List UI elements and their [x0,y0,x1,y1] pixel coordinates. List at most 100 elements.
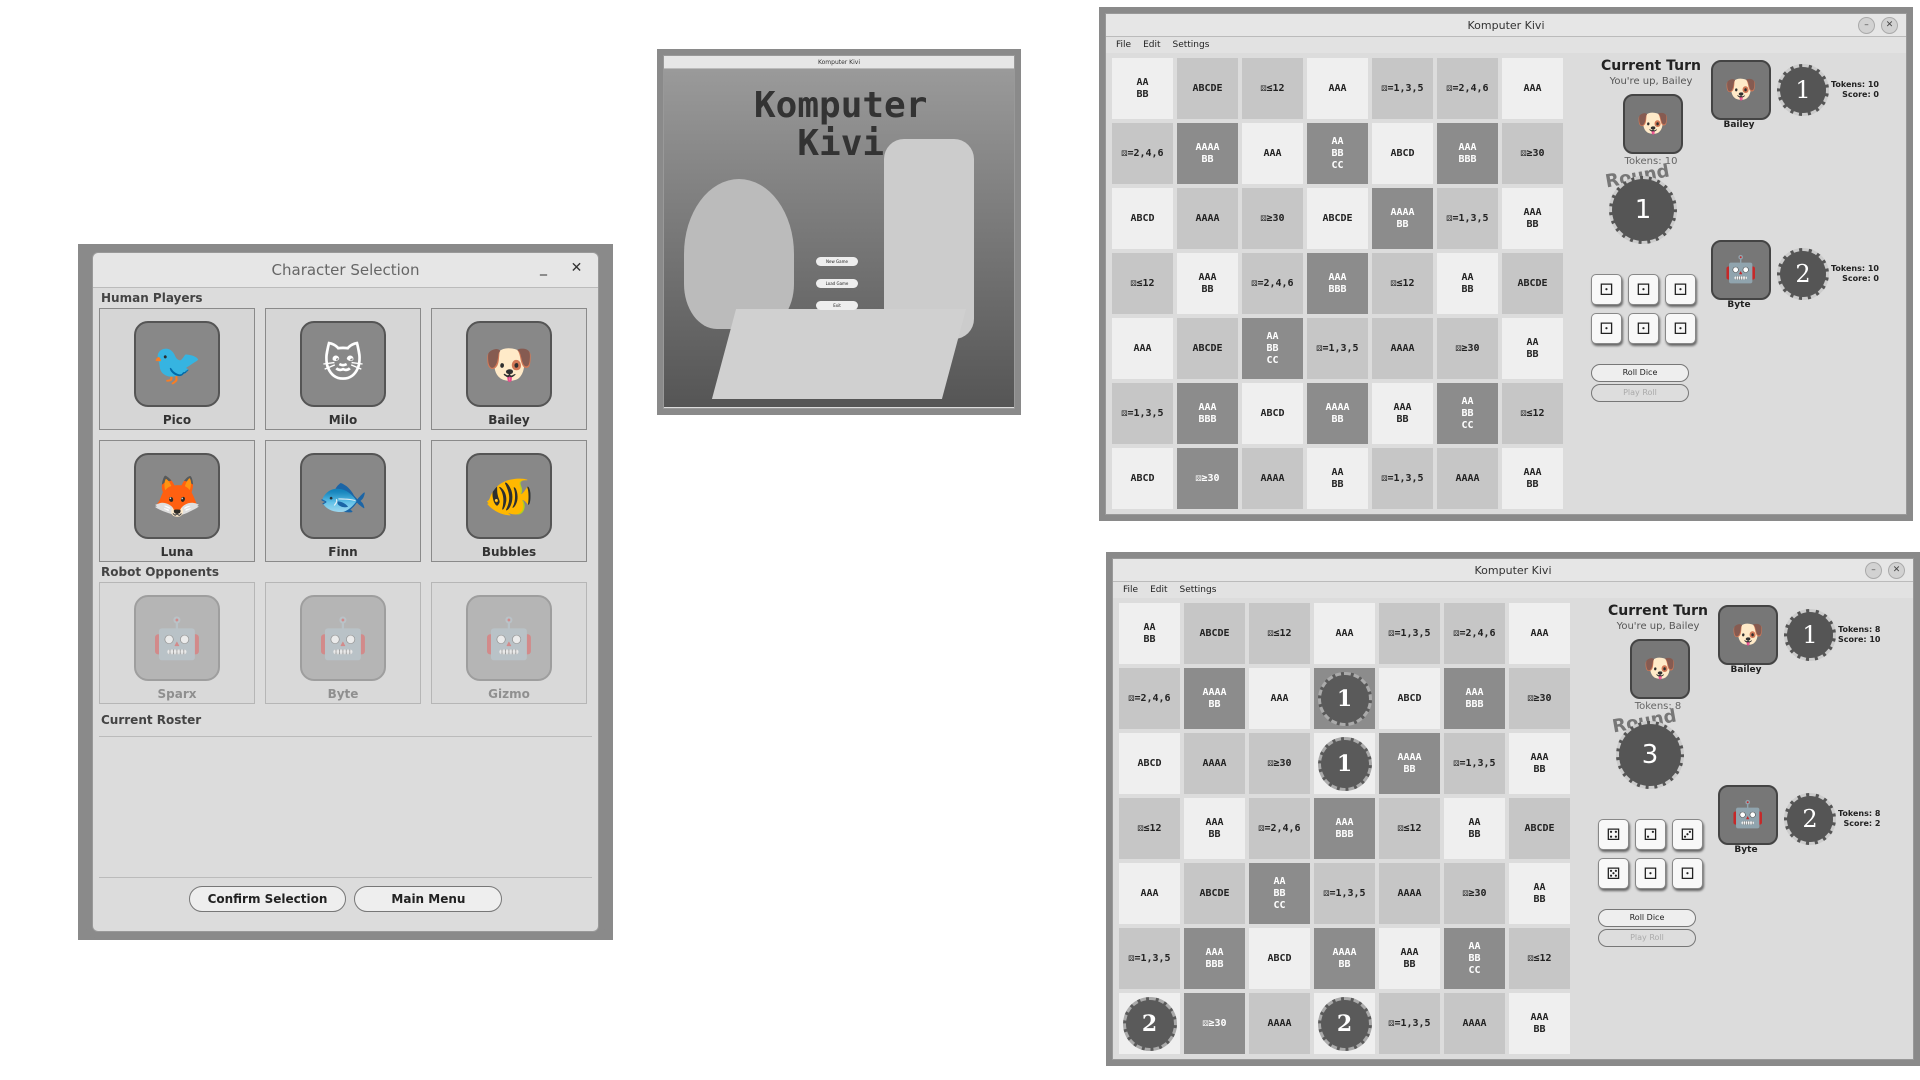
new-game-button[interactable]: New Game [816,257,858,266]
board-cell[interactable]: ABCDE [1177,58,1238,119]
close-button[interactable]: ✕ [1888,562,1905,579]
die[interactable]: ⚂ [1672,819,1703,850]
board-cell[interactable]: ABCDE [1509,798,1570,859]
board-cell[interactable]: ⚄=1,3,5 [1307,318,1368,379]
board-cell[interactable]: ⚄≤12 [1509,928,1570,989]
board-cell[interactable]: AAA [1314,603,1375,664]
load-game-button[interactable]: Load Game [816,279,858,288]
board-cell[interactable]: ⚄=1,3,5 [1119,928,1180,989]
board-cell[interactable]: AAA [1112,318,1173,379]
board-cell[interactable]: AAA [1502,58,1563,119]
menu-settings[interactable]: Settings [1173,40,1210,50]
minimize-button[interactable]: – [1865,562,1882,579]
board-cell[interactable]: AAAA BB [1372,188,1433,249]
board-cell[interactable]: AAA BBB [1437,123,1498,184]
board-cell[interactable]: ⚄≤12 [1242,58,1303,119]
board-cell[interactable]: AAA BB [1502,448,1563,509]
board-cell[interactable]: ⚄=1,3,5 [1372,58,1433,119]
menu-file[interactable]: File [1123,585,1138,595]
board-cell[interactable]: AAA BBB [1307,253,1368,314]
board-cell[interactable]: AAA BB [1372,383,1433,444]
board-cell[interactable]: ⚄≤12 [1502,383,1563,444]
exit-button[interactable]: Exit [816,301,858,310]
roll-dice-button[interactable]: Roll Dice [1598,909,1696,927]
human-card-pico[interactable]: 🐦 Pico [99,308,255,430]
main-menu-button[interactable]: Main Menu [354,886,503,912]
board-cell[interactable]: ⚄=1,3,5 [1437,188,1498,249]
board-cell[interactable]: ⚄≤12 [1112,253,1173,314]
board-cell[interactable]: ABCD [1112,448,1173,509]
board-cell[interactable]: ⚄≤12 [1379,798,1440,859]
board-cell[interactable]: ABCD [1119,733,1180,794]
board-cell[interactable]: AAA BBB [1444,668,1505,729]
board-cell[interactable]: AAAA BB [1184,668,1245,729]
board-cell[interactable]: ABCD [1242,383,1303,444]
board-cell[interactable]: 1 [1314,733,1375,794]
minimize-button[interactable]: – [1858,17,1875,34]
board-cell[interactable]: ⚄≥30 [1444,863,1505,924]
board-cell[interactable]: AAA [1249,668,1310,729]
board-cell[interactable]: AAAA BB [1307,383,1368,444]
die[interactable]: ⚀ [1591,313,1622,344]
board-cell[interactable]: AAA BBB [1184,928,1245,989]
die[interactable]: ⚀ [1665,313,1696,344]
board-cell[interactable]: AA BB CC [1249,863,1310,924]
die[interactable]: ⚀ [1672,858,1703,889]
board-cell[interactable]: AAA [1242,123,1303,184]
board-cell[interactable]: AAA [1119,863,1180,924]
die[interactable]: ⚁ [1635,819,1666,850]
board-cell[interactable]: AAA BB [1509,993,1570,1054]
close-button[interactable]: ✕ [1881,17,1898,34]
human-card-luna[interactable]: 🦊 Luna [99,440,255,562]
board-cell[interactable]: AAAA [1379,863,1440,924]
board-cell[interactable]: AA BB [1444,798,1505,859]
die[interactable]: ⚀ [1591,274,1622,305]
board-cell[interactable]: ⚄=2,4,6 [1249,798,1310,859]
board-cell[interactable]: ⚄=1,3,5 [1379,993,1440,1054]
board-cell[interactable]: AA BB CC [1242,318,1303,379]
board-cell[interactable]: ⚄=2,4,6 [1444,603,1505,664]
board-cell[interactable]: ⚄≤12 [1249,603,1310,664]
confirm-selection-button[interactable]: Confirm Selection [188,886,347,912]
board-cell[interactable]: ⚄=1,3,5 [1314,863,1375,924]
menu-edit[interactable]: Edit [1143,40,1160,50]
die[interactable]: ⚀ [1628,313,1659,344]
board-cell[interactable]: AA BB [1437,253,1498,314]
board-cell[interactable]: ⚄=1,3,5 [1379,603,1440,664]
human-card-bailey[interactable]: 🐶 Bailey [431,308,587,430]
robot-card-gizmo[interactable]: 🤖 Gizmo [431,582,587,704]
die[interactable]: ⚄ [1598,858,1629,889]
board-cell[interactable]: 2 [1314,993,1375,1054]
die[interactable]: ⚃ [1598,819,1629,850]
board-cell[interactable]: ⚄=2,4,6 [1437,58,1498,119]
board-cell[interactable]: ⚄≤12 [1119,798,1180,859]
board-cell[interactable]: AAA BB [1379,928,1440,989]
board-cell[interactable]: AAA BB [1177,253,1238,314]
board-cell[interactable]: ⚄≥30 [1249,733,1310,794]
human-card-milo[interactable]: 🐱 Milo [265,308,421,430]
board-cell[interactable]: ABCDE [1184,863,1245,924]
menu-settings[interactable]: Settings [1180,585,1217,595]
board-cell[interactable]: AAAA [1249,993,1310,1054]
board-cell[interactable]: AAA BB [1184,798,1245,859]
board-cell[interactable]: ABCD [1372,123,1433,184]
board-cell[interactable]: AAA BBB [1314,798,1375,859]
board-cell[interactable]: AAA BB [1502,188,1563,249]
board-cell[interactable]: ABCDE [1307,188,1368,249]
board-cell[interactable]: AAA [1307,58,1368,119]
board-cell[interactable]: ABCDE [1177,318,1238,379]
board-cell[interactable]: AAA [1509,603,1570,664]
board-cell[interactable]: AAAA [1177,188,1238,249]
board-cell[interactable]: ⚄=1,3,5 [1372,448,1433,509]
board-cell[interactable]: AAAA BB [1379,733,1440,794]
board-cell[interactable]: AA BB [1502,318,1563,379]
board-cell[interactable]: AA BB CC [1444,928,1505,989]
board-cell[interactable]: ABCD [1249,928,1310,989]
board-cell[interactable]: AAA BB [1509,733,1570,794]
board-cell[interactable]: AAAA [1444,993,1505,1054]
board-cell[interactable]: ⚄=2,4,6 [1119,668,1180,729]
human-card-finn[interactable]: 🐟 Finn [265,440,421,562]
board-cell[interactable]: ⚄≥30 [1509,668,1570,729]
die[interactable]: ⚀ [1628,274,1659,305]
board-cell[interactable]: 1 [1314,668,1375,729]
